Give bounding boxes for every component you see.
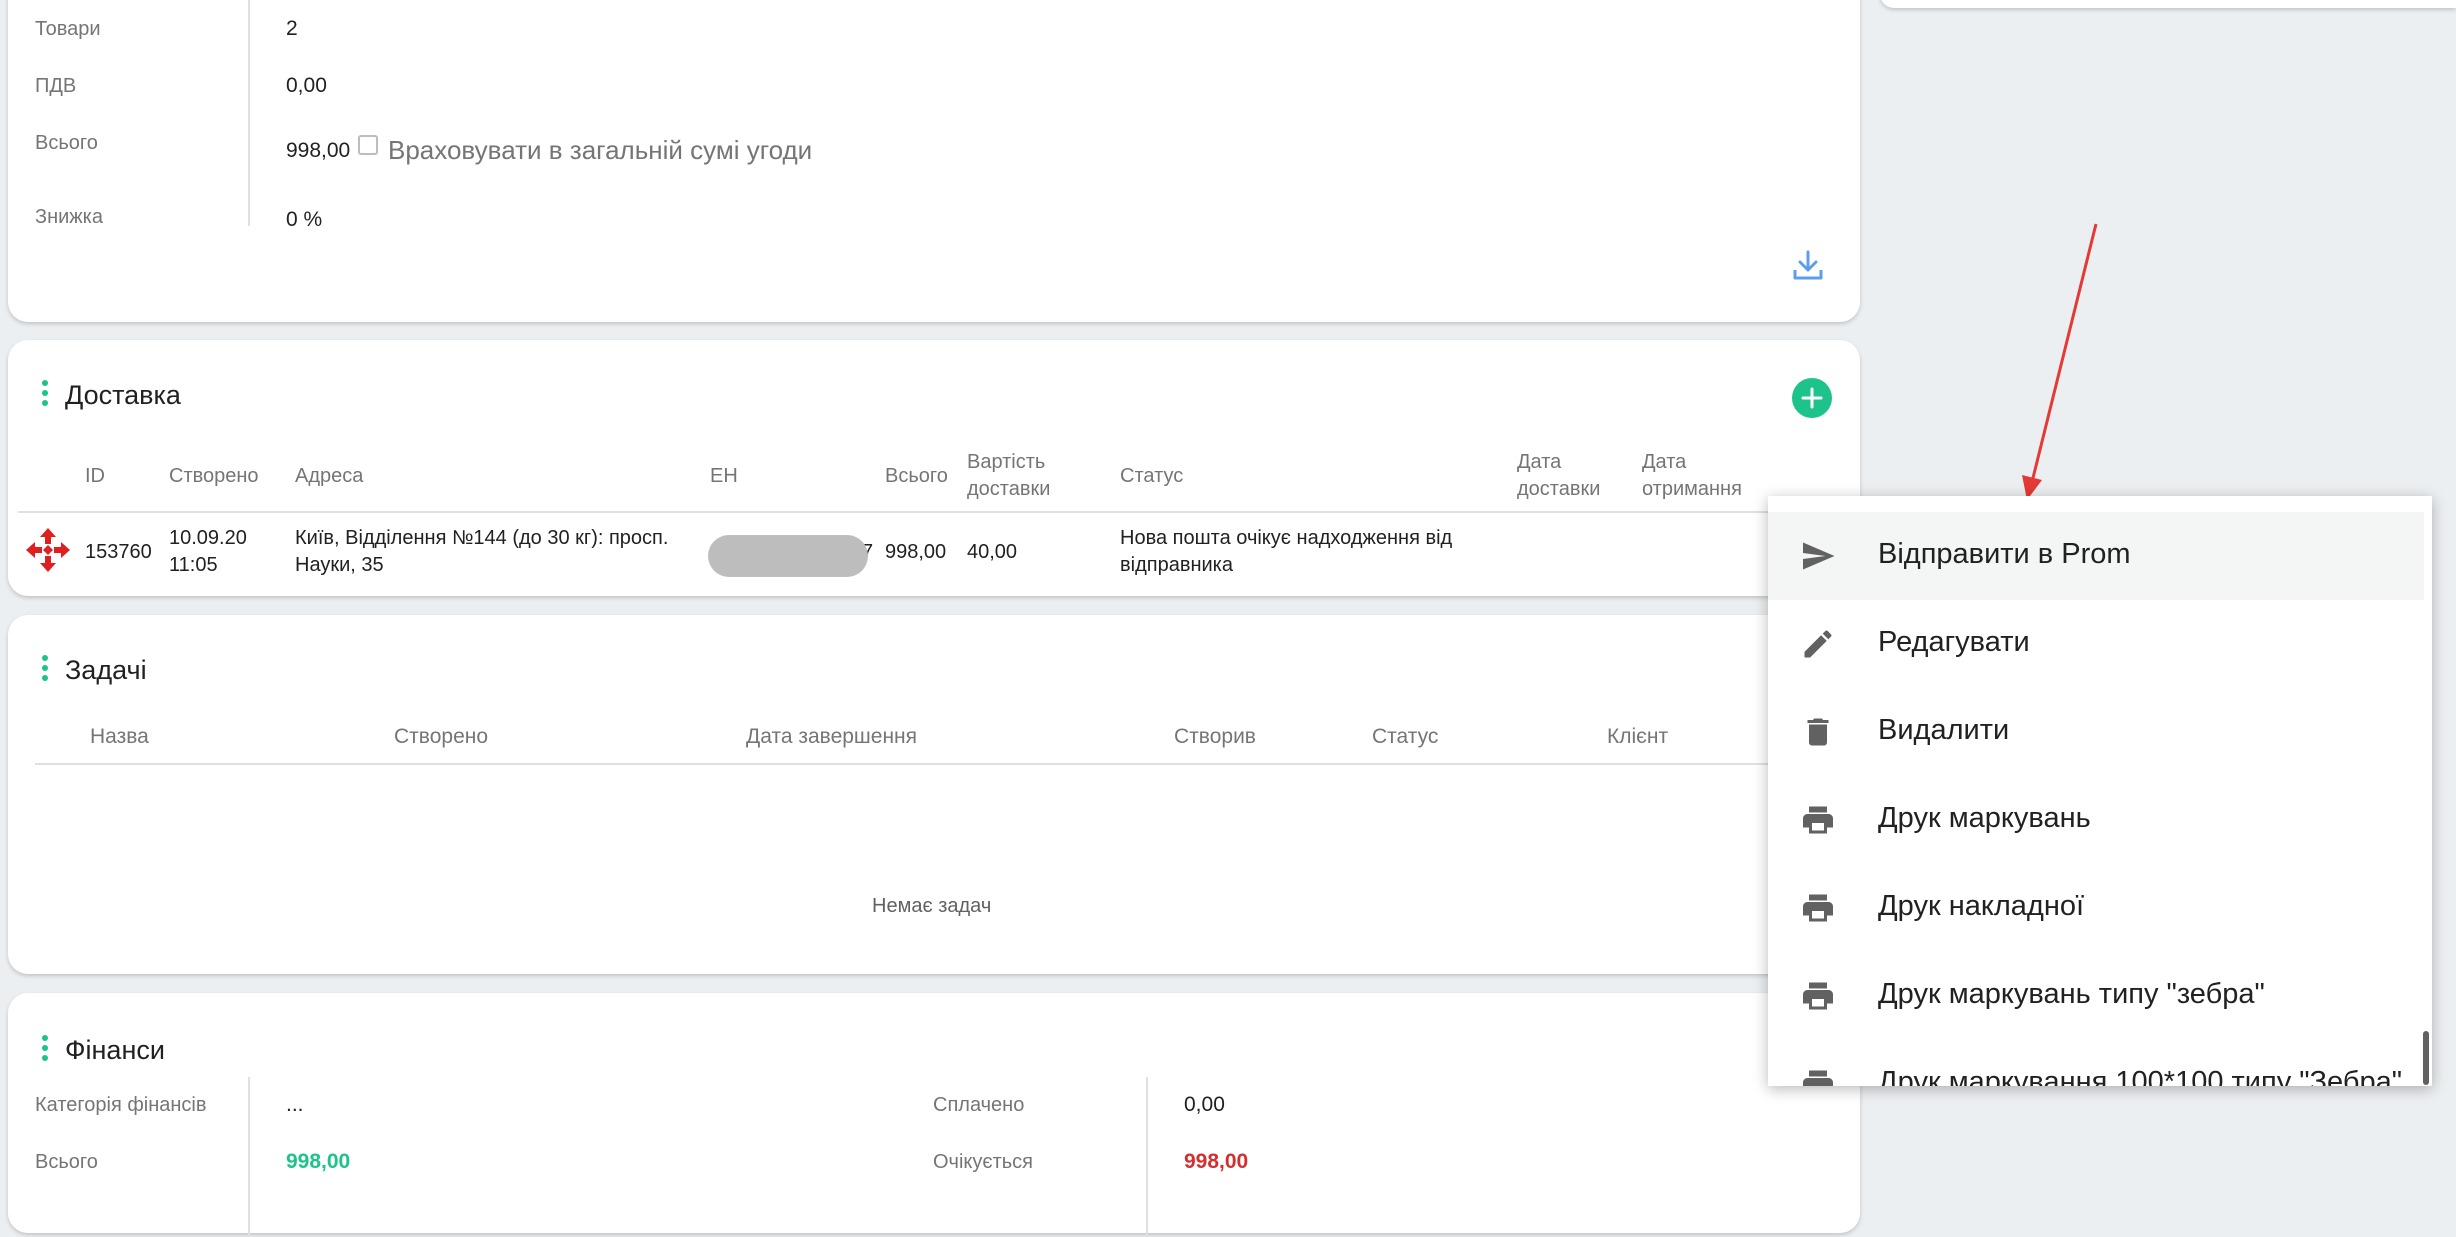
discount-value: 0 % <box>286 208 323 231</box>
col-delivery-date-line2: доставки <box>1517 478 1601 500</box>
delivery-card: Доставка ID Створено Адреса ЕН Всього Ва… <box>8 340 1860 596</box>
tasks-col-client: Клієнт <box>1607 725 1669 748</box>
delivery-status: Нова пошта очікує надходження від відпра… <box>1120 525 1452 579</box>
printer-icon <box>1800 890 1836 926</box>
delivery-context-menu: Відправити в Prom Редагувати Видалити Др… <box>1768 496 2432 1086</box>
finance-menu-dots-icon[interactable] <box>42 1035 48 1065</box>
menu-item-label: Відправити в Prom <box>1878 538 2131 570</box>
vat-label: ПДВ <box>35 75 77 97</box>
side-card-fragment <box>1880 0 2456 8</box>
col-en: ЕН <box>710 465 738 487</box>
tasks-col-creator: Створив <box>1174 725 1256 748</box>
menu-item-label: Друк маркування 100*100 типу "Зебра" <box>1878 1066 2403 1086</box>
printer-icon <box>1800 1066 1836 1086</box>
col-status: Статус <box>1120 465 1184 487</box>
finance-expected-label: Очікується <box>933 1151 1034 1173</box>
include-in-deal-checkbox[interactable] <box>358 135 378 155</box>
printer-icon <box>1800 802 1836 838</box>
finance-category-label: Категорія фінансів <box>35 1094 207 1116</box>
goods-label: Товари <box>35 18 101 40</box>
tasks-col-status: Статус <box>1372 725 1439 748</box>
finance-total-label: Всього <box>35 1151 98 1173</box>
delivery-address: Київ, Відділення №144 (до 30 кг): просп.… <box>295 525 668 579</box>
delivery-status-line2: відправника <box>1120 554 1233 576</box>
col-total: Всього <box>885 465 948 487</box>
tasks-menu-dots-icon[interactable] <box>42 655 48 685</box>
vat-value: 0,00 <box>286 74 327 97</box>
table-row[interactable]: 153760 10.09.20 11:05 Київ, Відділення №… <box>8 513 1860 596</box>
tasks-title: Задачі <box>65 655 147 685</box>
menu-item-label: Видалити <box>1878 714 2010 746</box>
trash-icon <box>1800 714 1836 750</box>
printer-icon <box>1800 978 1836 1014</box>
col-address: Адреса <box>295 465 364 487</box>
finance-expected-value: 998,00 <box>1184 1150 1249 1173</box>
summary-divider <box>248 0 250 226</box>
menu-item-label: Редагувати <box>1878 626 2030 658</box>
delivery-cost: 40,00 <box>967 541 1018 563</box>
delivery-created-time: 11:05 <box>169 554 218 576</box>
delivery-created: 10.09.20 11:05 <box>169 525 247 579</box>
finance-card: Фінанси Категорія фінансів ... Всього 99… <box>8 993 1860 1237</box>
tasks-header-divider <box>35 763 1835 765</box>
delivery-total: 998,00 <box>885 541 947 563</box>
col-cost-line2: доставки <box>967 478 1051 500</box>
menu-item-print-zebra-labels[interactable]: Друк маркувань типу "зебра" <box>1768 952 2424 1040</box>
finance-paid-value: 0,00 <box>1184 1093 1225 1116</box>
finance-divider-right <box>1146 1077 1148 1237</box>
menu-item-delete[interactable]: Видалити <box>1768 688 2424 776</box>
plus-icon <box>1801 387 1823 409</box>
include-in-deal-label: Враховувати в загальній сумі угоди <box>388 135 813 165</box>
col-received-date: Дата отримання <box>1642 449 1742 503</box>
col-delivery-date-line1: Дата <box>1517 451 1562 473</box>
col-cost-line1: Вартість <box>967 451 1046 473</box>
menu-item-print-waybill[interactable]: Друк накладної <box>1768 864 2424 952</box>
delivery-address-line2: Науки, 35 <box>295 554 384 576</box>
pencil-icon <box>1800 626 1836 662</box>
menu-item-edit[interactable]: Редагувати <box>1768 600 2424 688</box>
menu-item-print-zebra-100x100[interactable]: Друк маркування 100*100 типу "Зебра" <box>1768 1040 2424 1086</box>
finance-paid-label: Сплачено <box>933 1094 1025 1116</box>
col-id: ID <box>85 465 105 487</box>
tasks-col-created: Створено <box>394 725 489 748</box>
tasks-col-name: Назва <box>90 725 149 748</box>
tasks-col-due-date: Дата завершення <box>746 725 918 748</box>
delivery-title: Доставка <box>65 380 181 410</box>
discount-label: Знижка <box>35 206 103 228</box>
col-received-date-line1: Дата <box>1642 451 1687 473</box>
order-summary-card: Товари 2 ПДВ 0,00 Всього 998,00 Враховув… <box>8 0 1860 322</box>
total-value: 998,00 <box>286 139 351 162</box>
menu-item-label: Друк маркувань <box>1878 802 2091 834</box>
delivery-status-line1: Нова пошта очікує надходження від <box>1120 527 1453 549</box>
menu-scrollbar[interactable] <box>2423 1031 2429 1085</box>
redacted-en-number <box>708 535 868 577</box>
finance-title: Фінанси <box>65 1035 165 1065</box>
finance-total-value: 998,00 <box>286 1150 351 1173</box>
nova-poshta-logo-icon <box>23 525 73 575</box>
menu-item-label: Друк маркувань типу "зебра" <box>1878 978 2265 1010</box>
total-label: Всього <box>35 132 98 154</box>
delivery-created-date: 10.09.20 <box>169 527 247 549</box>
menu-item-label: Друк накладної <box>1878 890 2085 922</box>
delivery-menu-dots-icon[interactable] <box>42 380 48 410</box>
col-created: Створено <box>169 465 259 487</box>
download-icon[interactable] <box>1790 248 1826 284</box>
menu-item-print-labels[interactable]: Друк маркувань <box>1768 776 2424 864</box>
menu-item-send-to-prom[interactable]: Відправити в Prom <box>1768 512 2424 600</box>
tasks-card: Задачі Назва Створено Дата завершення Ст… <box>8 615 1860 974</box>
goods-value: 2 <box>286 17 298 40</box>
col-received-date-line2: отримання <box>1642 478 1742 500</box>
tasks-empty-text: Немає задач <box>872 895 992 917</box>
delivery-id: 153760 <box>85 541 152 563</box>
delivery-address-line1: Київ, Відділення №144 (до 30 кг): просп. <box>295 527 669 549</box>
add-delivery-button[interactable] <box>1792 378 1832 418</box>
col-cost: Вартість доставки <box>967 449 1050 503</box>
send-icon <box>1800 538 1836 574</box>
col-delivery-date: Дата доставки <box>1517 449 1600 503</box>
finance-divider-left <box>248 1077 250 1237</box>
finance-category-value[interactable]: ... <box>286 1093 304 1117</box>
